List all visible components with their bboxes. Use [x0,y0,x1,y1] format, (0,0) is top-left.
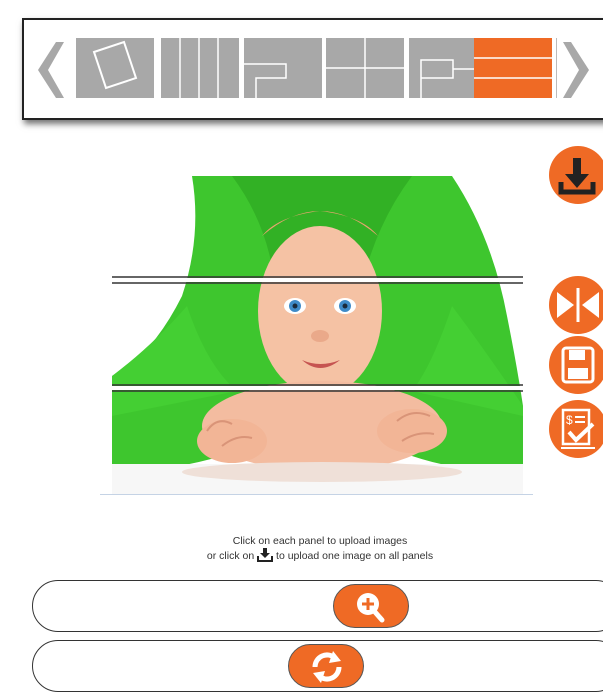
layout-thumb-four-grid[interactable] [326,38,404,98]
refresh-button[interactable] [288,644,364,688]
help-line-2-suffix: to upload one image on all panels [276,550,434,562]
download-inline-icon [257,548,274,562]
canvas-baseline [100,494,533,495]
save-button[interactable] [549,336,603,394]
help-line-2: or click on to upload one image on all p… [160,548,480,563]
svg-text:$: $ [566,413,573,427]
zoom-in-icon [357,593,385,623]
help-text: Click on each panel to upload images or … [160,535,480,563]
refresh-icon [312,651,342,683]
help-line-1: Click on each panel to upload images [232,535,408,547]
baby-photo [112,176,523,494]
download-icon [558,158,596,195]
download-button[interactable] [549,146,603,204]
reset-bar [32,640,603,692]
flip-icon [557,288,599,322]
chevron-right-icon[interactable] [559,38,593,102]
flip-button[interactable] [549,276,603,334]
layout-thumb-vertical-strips[interactable] [161,38,239,98]
layout-picker [22,18,603,120]
strip-divider [556,38,557,98]
save-icon [561,346,595,384]
photo-preview[interactable] [112,176,523,494]
zoom-in-button[interactable] [333,584,409,628]
order-icon: $ [561,408,595,449]
layout-thumb-staircase-panels[interactable] [244,38,322,98]
layout-thumb-horizontal-strips[interactable] [474,38,552,98]
help-line-2-prefix: or click on [206,550,255,562]
order-button[interactable]: $ [549,400,603,458]
layout-thumb-tilted-single[interactable] [76,38,154,98]
zoom-bar [32,580,603,632]
chevron-left-icon[interactable] [34,38,68,102]
